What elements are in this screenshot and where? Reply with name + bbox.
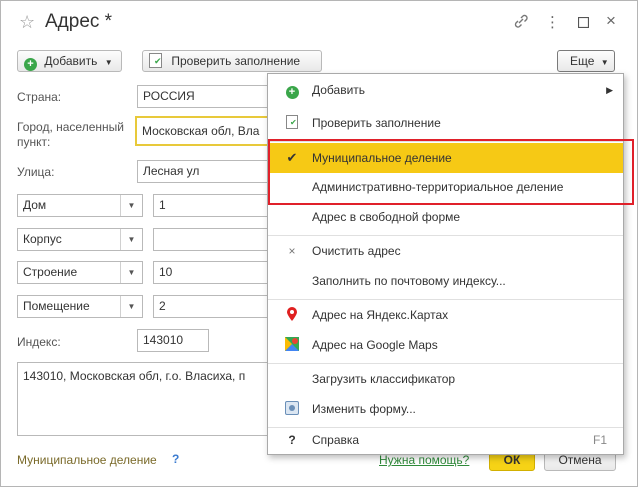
dropdown-arrow-icon: ▼ bbox=[104, 58, 113, 67]
menu-item-label: Добавить bbox=[312, 83, 366, 97]
help-icon: ? bbox=[288, 433, 296, 447]
menu-item-free-form-address[interactable]: Адрес в свободной форме bbox=[268, 203, 623, 231]
submenu-arrow-icon: ▶ bbox=[606, 85, 613, 95]
check-document-icon: ✔ bbox=[149, 53, 162, 68]
clear-x-icon: × bbox=[288, 244, 296, 258]
highlight-annotation-box bbox=[268, 139, 634, 205]
more-menu: + Добавить ▶ ✔ Проверить заполнение ✔ Му… bbox=[267, 73, 624, 455]
menu-item-load-classifier[interactable]: Загрузить классификатор bbox=[268, 365, 623, 393]
menu-item-label: Адрес на Яндекс.Картах bbox=[312, 308, 449, 322]
dropdown-arrow-icon: ▼ bbox=[120, 195, 142, 216]
link-icon[interactable] bbox=[513, 13, 529, 33]
menu-item-label: Проверить заполнение bbox=[312, 116, 441, 130]
more-button-label: Еще bbox=[570, 54, 595, 68]
maximize-icon[interactable] bbox=[577, 15, 590, 32]
stroenie-type-select[interactable]: Строение ▼ bbox=[17, 261, 143, 284]
korpus-number-field[interactable] bbox=[153, 228, 277, 251]
room-number-field[interactable]: 2 bbox=[153, 295, 277, 318]
menu-item-label: Очистить адрес bbox=[312, 244, 401, 258]
municipal-division-link[interactable]: Муниципальное деление bbox=[17, 453, 157, 467]
more-button[interactable]: Еще ▼ bbox=[557, 50, 615, 72]
menu-item-label: Справка bbox=[312, 433, 360, 447]
menu-separator bbox=[268, 299, 623, 300]
plus-circle-icon: + bbox=[24, 58, 37, 71]
menu-item-label: Изменить форму... bbox=[312, 402, 416, 416]
menu-item-help[interactable]: ? Справка F1 bbox=[268, 426, 623, 454]
city-field[interactable]: Московская обл, Вла bbox=[135, 116, 277, 146]
check-document-icon: ✔ bbox=[284, 109, 300, 137]
check-fill-label: Проверить заполнение bbox=[171, 54, 301, 68]
help-question-icon[interactable]: ? bbox=[172, 452, 179, 466]
need-help-link[interactable]: Нужна помощь? bbox=[379, 453, 469, 467]
google-maps-icon bbox=[284, 331, 300, 359]
menu-item-google-maps[interactable]: Адрес на Google Maps bbox=[268, 331, 623, 359]
house-type-select[interactable]: Дом ▼ bbox=[17, 194, 143, 217]
menu-item-label: Адрес в свободной форме bbox=[312, 210, 461, 224]
help-shortcut: F1 bbox=[592, 433, 607, 447]
add-button[interactable]: + Добавить ▼ bbox=[17, 50, 122, 72]
menu-separator bbox=[268, 235, 623, 236]
menu-item-check-fill[interactable]: ✔ Проверить заполнение bbox=[268, 109, 623, 137]
dropdown-arrow-icon: ▼ bbox=[120, 296, 142, 317]
korpus-type-value: Корпус bbox=[23, 232, 62, 246]
window-title: Адрес * bbox=[45, 11, 113, 32]
index-field[interactable]: 143010 bbox=[137, 329, 209, 352]
dropdown-arrow-icon: ▼ bbox=[120, 262, 142, 283]
menu-item-label: Заполнить по почтовому индексу... bbox=[312, 274, 506, 288]
city-label: Город, населенный пункт: bbox=[17, 120, 124, 149]
street-field[interactable]: Лесная ул bbox=[137, 160, 277, 183]
menu-item-label: Адрес на Google Maps bbox=[312, 338, 438, 352]
stroenie-type-value: Строение bbox=[23, 265, 78, 279]
dropdown-arrow-icon: ▼ bbox=[120, 229, 142, 250]
korpus-type-select[interactable]: Корпус ▼ bbox=[17, 228, 143, 251]
stroenie-number-field[interactable]: 10 bbox=[153, 261, 277, 284]
menu-item-clear-address[interactable]: × Очистить адрес bbox=[268, 237, 623, 265]
menu-item-yandex-maps[interactable]: Адрес на Яндекс.Картах bbox=[268, 301, 623, 329]
title-bar: ☆ Адрес * ⋮ × bbox=[1, 1, 637, 43]
house-number-field[interactable]: 1 bbox=[153, 194, 277, 217]
country-field[interactable]: РОССИЯ bbox=[137, 85, 277, 108]
menu-item-fill-by-index[interactable]: Заполнить по почтовому индексу... bbox=[268, 267, 623, 295]
close-icon[interactable]: × bbox=[606, 11, 616, 31]
room-type-value: Помещение bbox=[23, 299, 90, 313]
menu-item-change-form[interactable]: Изменить форму... bbox=[268, 395, 623, 423]
address-presentation-field[interactable]: 143010, Московская обл, г.о. Власиха, п bbox=[17, 362, 279, 436]
plus-circle-icon: + bbox=[284, 76, 300, 104]
dropdown-arrow-icon: ▼ bbox=[600, 58, 609, 67]
check-fill-button[interactable]: ✔ Проверить заполнение bbox=[142, 50, 322, 72]
index-label: Индекс: bbox=[17, 335, 61, 349]
menu-dots-icon[interactable]: ⋮ bbox=[545, 13, 560, 31]
street-label: Улица: bbox=[17, 165, 55, 179]
house-type-value: Дом bbox=[23, 198, 47, 212]
country-label: Страна: bbox=[17, 90, 62, 104]
menu-separator bbox=[268, 363, 623, 364]
menu-item-add[interactable]: + Добавить ▶ bbox=[268, 76, 623, 104]
room-type-select[interactable]: Помещение ▼ bbox=[17, 295, 143, 318]
add-button-label: Добавить bbox=[44, 54, 98, 68]
yandex-pin-icon bbox=[284, 301, 300, 329]
form-settings-icon bbox=[284, 395, 300, 423]
favorite-star-icon[interactable]: ☆ bbox=[19, 12, 35, 33]
menu-item-label: Загрузить классификатор bbox=[312, 372, 456, 386]
